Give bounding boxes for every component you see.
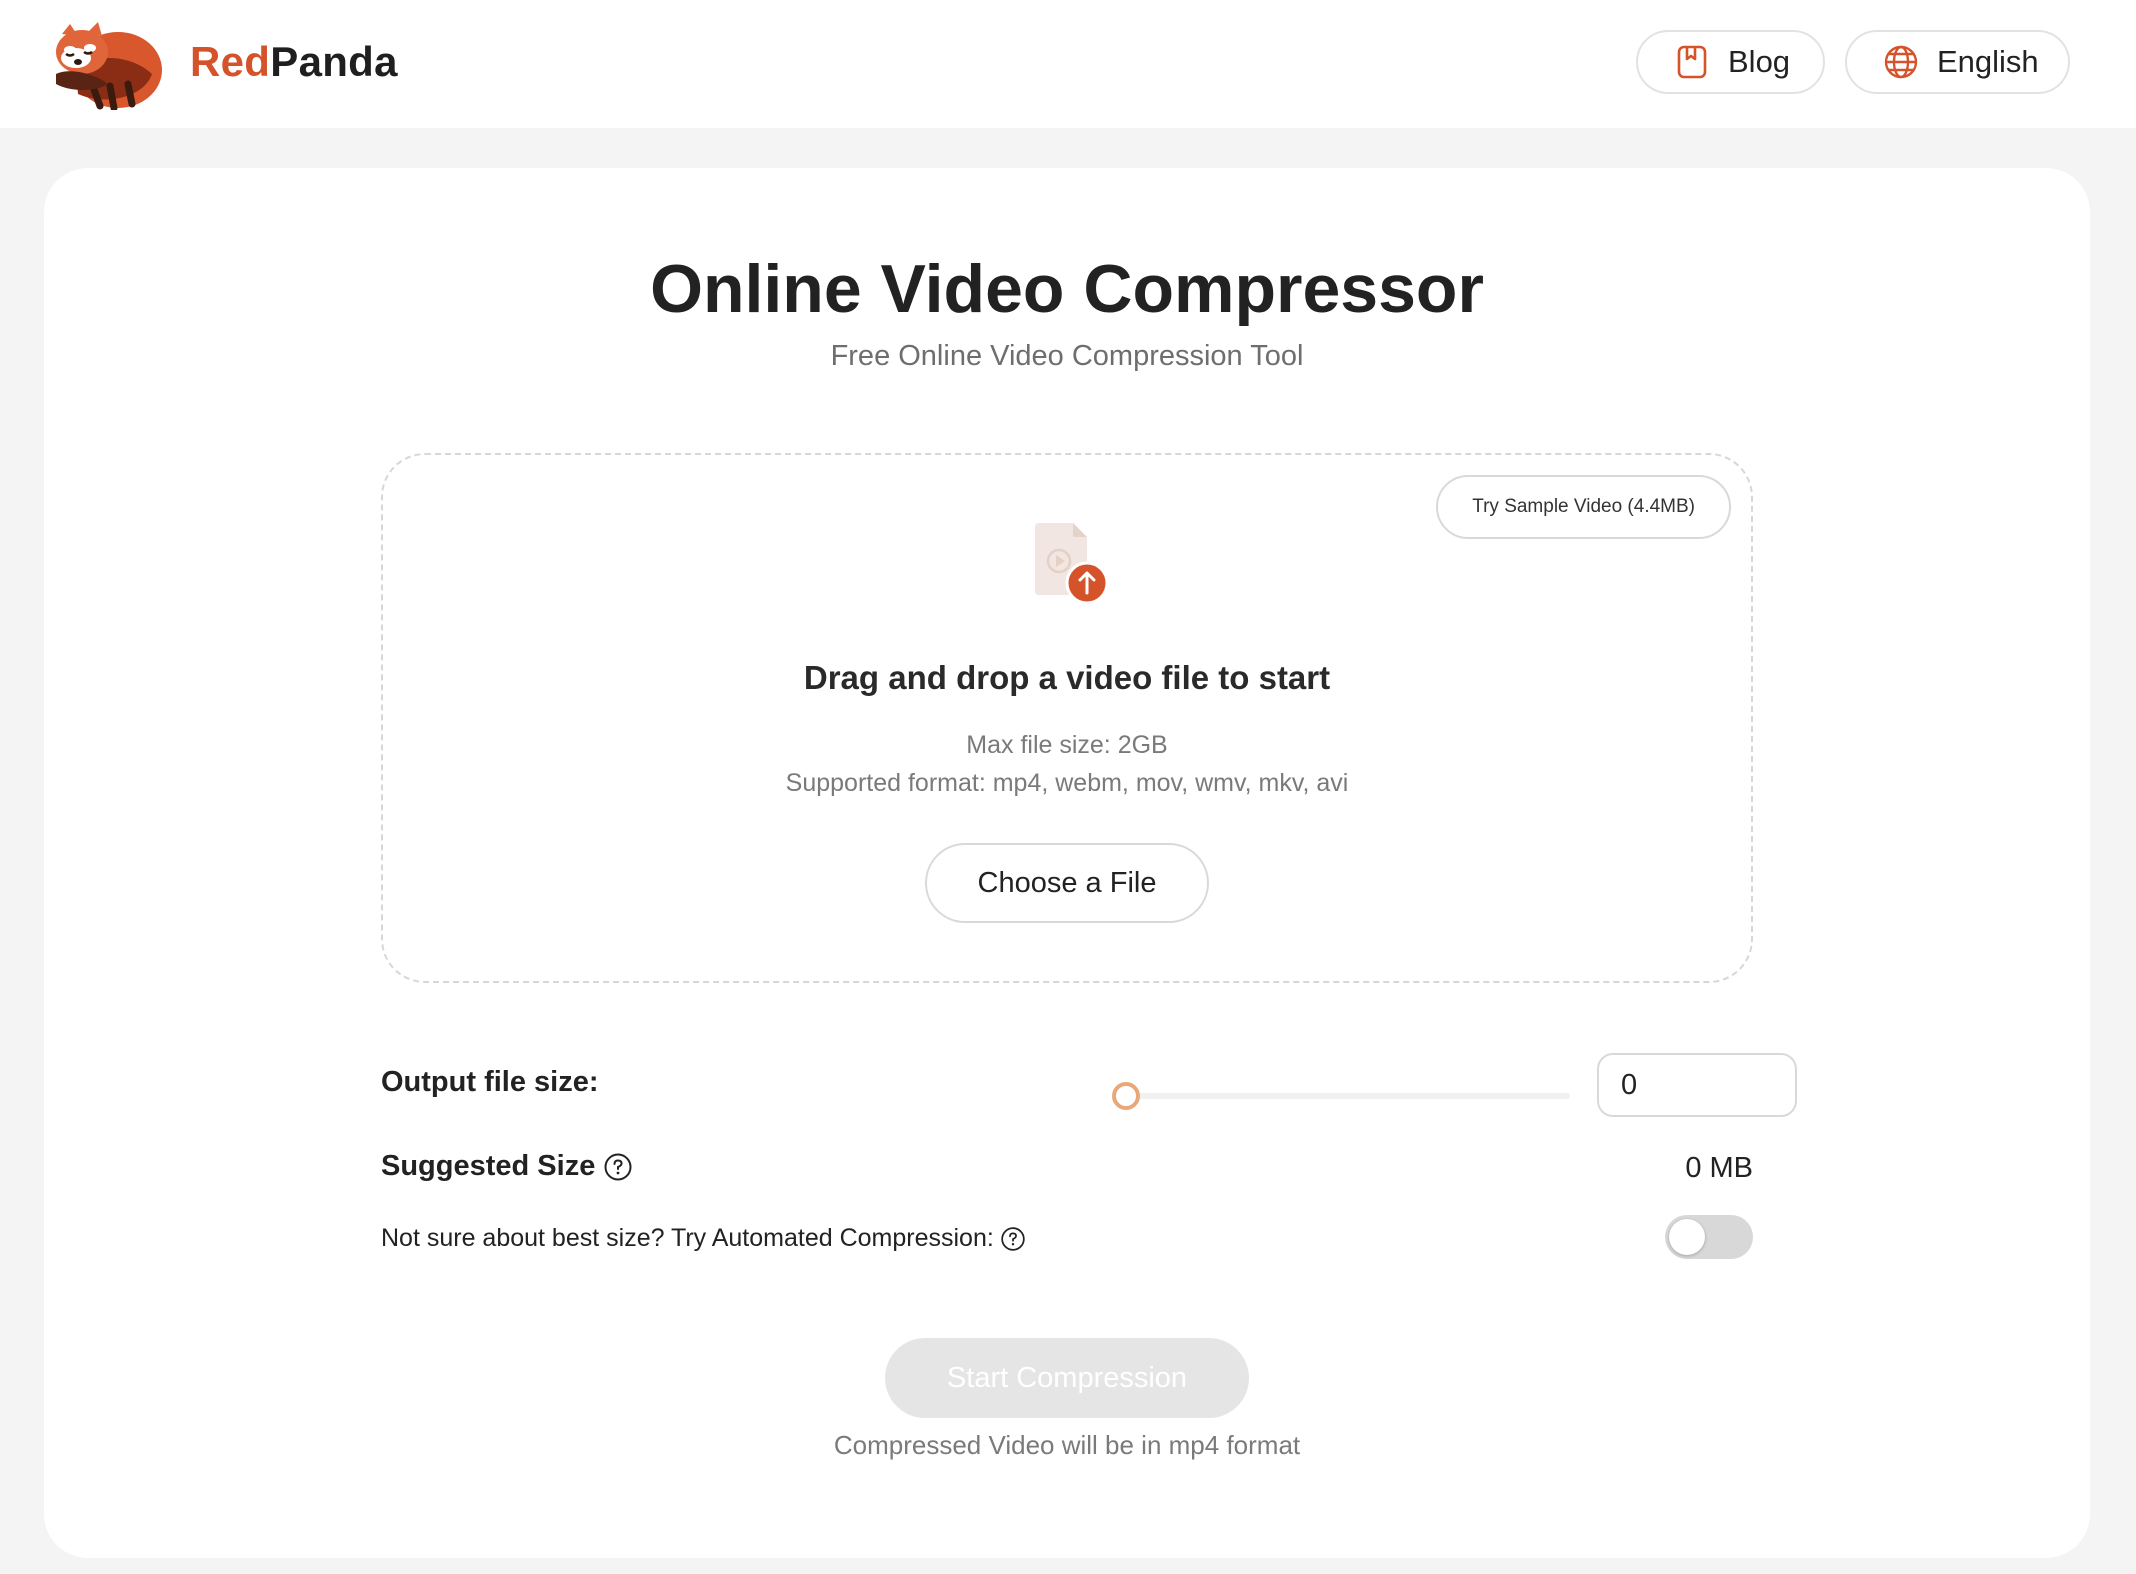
- output-size-slider[interactable]: [1112, 1082, 1570, 1110]
- automated-compression-help-icon[interactable]: [1000, 1226, 1026, 1252]
- automated-compression-text: Not sure about best size? Try Automated …: [381, 1224, 994, 1252]
- top-header: RedPanda Blog English: [0, 0, 2136, 128]
- output-size-input[interactable]: [1597, 1053, 1797, 1117]
- supported-formats-text: Supported format: mp4, webm, mov, wmv, m…: [785, 769, 1349, 797]
- slider-thumb[interactable]: [1112, 1082, 1140, 1110]
- try-sample-video-button[interactable]: Try Sample Video (4.4MB): [1436, 475, 1731, 539]
- suggested-size-value: 0 MB: [1685, 1152, 1753, 1184]
- output-size-label: Output file size:: [381, 1066, 599, 1099]
- red-panda-logo-icon: [56, 22, 162, 110]
- logo-text: RedPanda: [190, 38, 398, 86]
- suggested-size-help-icon[interactable]: [603, 1152, 633, 1182]
- suggested-size-label-text: Suggested Size: [381, 1150, 596, 1182]
- language-button[interactable]: English: [1845, 30, 2070, 94]
- slider-track: [1126, 1093, 1570, 1099]
- page: RedPanda Blog English Online Video Compr…: [0, 0, 2136, 1574]
- toggle-knob: [1669, 1219, 1705, 1255]
- dropzone-heading: Drag and drop a video file to start: [803, 659, 1331, 696]
- blog-button[interactable]: Blog: [1636, 30, 1825, 94]
- page-title: Online Video Compressor: [650, 251, 1484, 327]
- page-subtitle: Free Online Video Compression Tool: [830, 340, 1304, 372]
- logo-text-red: Red: [190, 38, 271, 85]
- logo[interactable]: RedPanda: [48, 14, 398, 110]
- output-size-label-text: Output file size:: [381, 1066, 599, 1098]
- logo-text-dark: Panda: [270, 38, 398, 85]
- automated-compression-toggle[interactable]: [1665, 1215, 1753, 1259]
- start-compression-button[interactable]: Start Compression: [885, 1338, 1249, 1418]
- video-upload-icon: [1035, 523, 1109, 605]
- max-file-size-text: Max file size: 2GB: [966, 731, 1168, 759]
- globe-icon: [1884, 45, 1918, 79]
- compressor-card: Online Video Compressor Free Online Vide…: [44, 168, 2090, 1558]
- language-label: English: [1937, 44, 2039, 79]
- suggested-size-label: Suggested Size: [381, 1150, 633, 1183]
- output-format-note: Compressed Video will be in mp4 format: [833, 1430, 1301, 1460]
- blog-label: Blog: [1728, 44, 1791, 79]
- choose-file-button[interactable]: Choose a File: [925, 843, 1209, 923]
- automated-compression-label: Not sure about best size? Try Automated …: [381, 1224, 1026, 1253]
- bookmark-icon: [1677, 45, 1707, 79]
- file-dropzone[interactable]: Try Sample Video (4.4MB) Drag and drop a…: [381, 453, 1753, 983]
